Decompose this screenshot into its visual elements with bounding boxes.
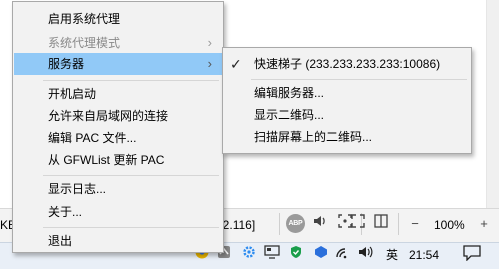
volume-icon[interactable] bbox=[357, 245, 375, 263]
split-view-icon[interactable] bbox=[371, 214, 391, 234]
shield-icon[interactable] bbox=[287, 245, 305, 263]
menu-item-label: 允许来自局域网的连接 bbox=[48, 109, 169, 123]
submenu-item-edit-servers[interactable]: 编辑服务器... bbox=[224, 82, 470, 104]
checkmark-icon: ✓ bbox=[230, 56, 242, 72]
menu-item-allow-lan[interactable]: 允许来自局域网的连接 bbox=[14, 105, 222, 127]
display-icon[interactable] bbox=[263, 245, 281, 263]
menu-separator bbox=[43, 175, 219, 176]
menu-item-label: 开机启动 bbox=[48, 87, 97, 101]
app-tray-icon[interactable] bbox=[312, 245, 330, 263]
submenu-item-label: 扫描屏幕上的二维码... bbox=[254, 130, 373, 144]
menu-separator bbox=[43, 80, 219, 81]
server-item-label: 快速梯子 (233.233.233.233:10086) bbox=[254, 57, 441, 71]
menu-item-label: 启用系统代理 bbox=[48, 12, 121, 26]
menu-item-label: 系统代理模式 bbox=[48, 36, 121, 50]
zoom-out-button[interactable]: − bbox=[405, 214, 425, 234]
tray-context-menu: 启用系统代理 系统代理模式 › 服务器 › 开机启动 允许来自局域网的连接 编辑… bbox=[12, 1, 224, 253]
gear-icon[interactable] bbox=[240, 245, 258, 263]
menu-item-label: 显示日志... bbox=[48, 182, 107, 196]
taskbar-clock[interactable]: 21:54 bbox=[409, 246, 439, 264]
notification-icon[interactable] bbox=[461, 245, 483, 263]
menu-item-label: 关于... bbox=[48, 205, 83, 219]
chevron-right-icon: › bbox=[207, 35, 212, 50]
menu-item-edit-pac[interactable]: 编辑 PAC 文件... bbox=[14, 127, 222, 149]
chevron-right-icon: › bbox=[207, 56, 212, 71]
menu-item-label: 服务器 bbox=[48, 57, 85, 71]
input-language-indicator[interactable]: 英 bbox=[386, 246, 398, 264]
menu-item-start-on-boot[interactable]: 开机启动 bbox=[14, 83, 222, 105]
menu-item-label: 退出 bbox=[48, 234, 73, 248]
menu-item-servers[interactable]: 服务器 › bbox=[14, 53, 222, 75]
adblock-icon[interactable]: ABP bbox=[286, 214, 305, 233]
submenu-item-label: 显示二维码... bbox=[254, 108, 325, 122]
submenu-item-label: 编辑服务器... bbox=[254, 86, 325, 100]
speaker-icon[interactable] bbox=[311, 214, 331, 234]
submenu-item-show-qrcode[interactable]: 显示二维码... bbox=[224, 104, 470, 126]
zoom-level: 100% bbox=[434, 218, 465, 232]
menu-item-about[interactable]: 关于... bbox=[14, 201, 222, 223]
zoom-in-button[interactable]: + bbox=[474, 214, 494, 234]
menu-separator bbox=[43, 227, 219, 228]
menu-item-system-proxy-mode: 系统代理模式 › bbox=[14, 32, 222, 54]
wifi-icon[interactable] bbox=[334, 245, 352, 263]
status-divider bbox=[279, 213, 280, 235]
menu-item-enable-system-proxy[interactable]: 启用系统代理 bbox=[14, 8, 222, 30]
page-scrollbar[interactable] bbox=[486, 0, 499, 208]
menu-item-quit[interactable]: 退出 bbox=[14, 230, 222, 252]
menu-item-label: 从 GFWList 更新 PAC bbox=[48, 153, 165, 167]
server-item-active[interactable]: ✓ 快速梯子 (233.233.233.233:10086) bbox=[224, 53, 470, 75]
menu-item-update-pac-gfwlist[interactable]: 从 GFWList 更新 PAC bbox=[14, 149, 222, 171]
menu-separator bbox=[251, 79, 467, 80]
menu-item-label: 编辑 PAC 文件... bbox=[48, 131, 137, 145]
menu-item-show-logs[interactable]: 显示日志... bbox=[14, 178, 222, 200]
fullscreen-icon[interactable] bbox=[348, 214, 368, 234]
servers-submenu: ✓ 快速梯子 (233.233.233.233:10086) 编辑服务器... … bbox=[222, 47, 472, 154]
status-divider bbox=[398, 213, 399, 235]
submenu-item-scan-qrcode[interactable]: 扫描屏幕上的二维码... bbox=[224, 126, 470, 148]
